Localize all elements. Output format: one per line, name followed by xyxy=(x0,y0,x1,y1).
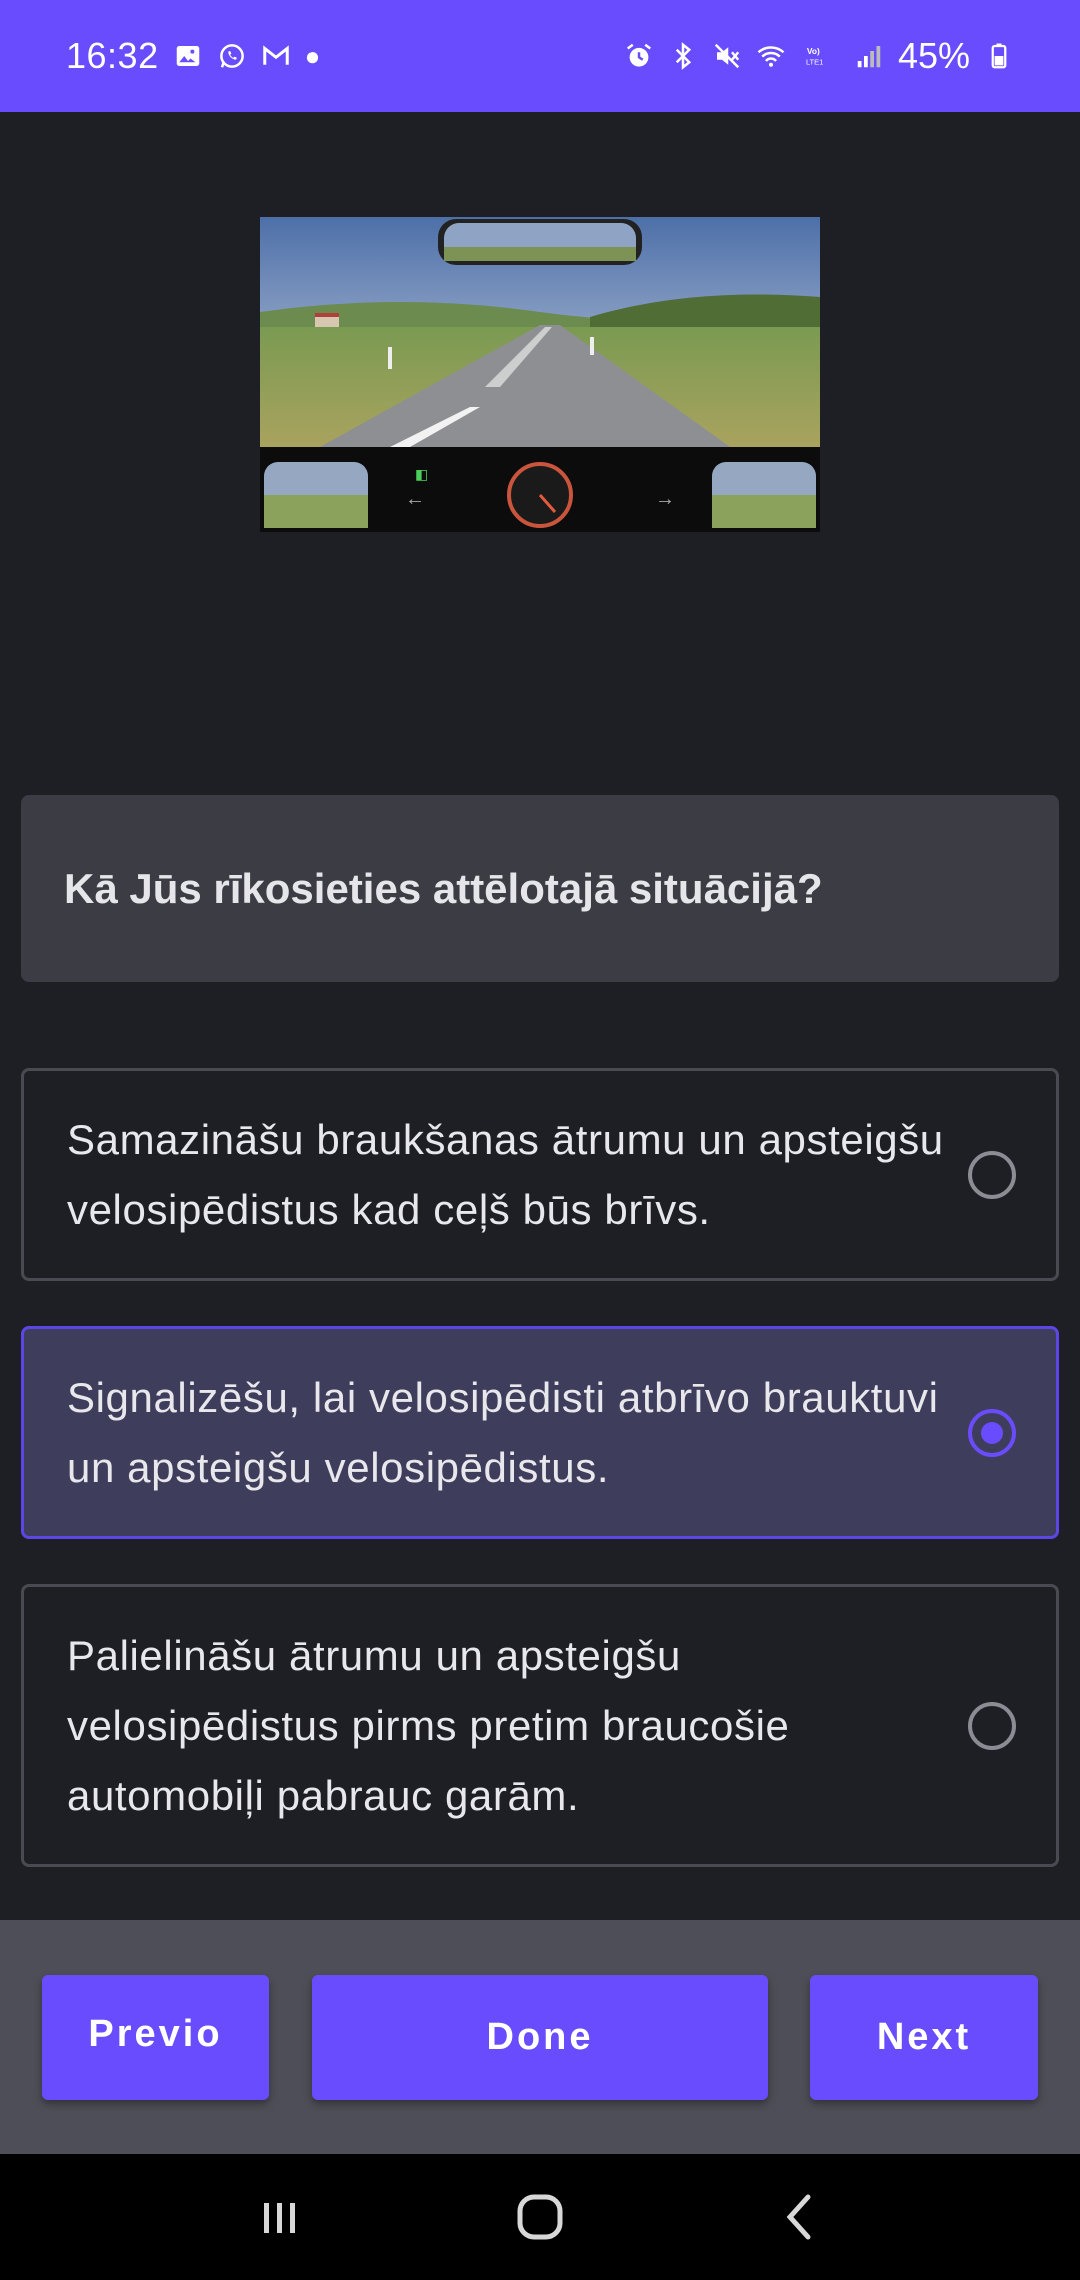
dot-icon: ● xyxy=(304,40,321,71)
svg-text:LTE1: LTE1 xyxy=(806,57,823,66)
answer-option-2[interactable]: Signalizēšu, lai velosipēdisti atbrīvo b… xyxy=(21,1326,1059,1539)
alarm-icon xyxy=(624,41,654,71)
svg-text:Vo): Vo) xyxy=(807,46,820,56)
system-navigation-bar xyxy=(0,2154,1080,2280)
done-button[interactable]: Done xyxy=(312,1975,768,2100)
svg-text:←: ← xyxy=(405,488,425,510)
answer-option-text: Palielināšu ātrumu un apsteigšu velosipē… xyxy=(67,1631,790,1819)
bluetooth-icon xyxy=(668,41,698,71)
answer-option-text: Samazināšu braukšanas ātrumu un apsteigš… xyxy=(67,1115,944,1233)
mute-icon xyxy=(712,41,742,71)
status-left: 16:32 ● xyxy=(66,35,320,77)
battery-percent: 45% xyxy=(897,35,970,76)
next-button[interactable]: Next xyxy=(810,1975,1038,2100)
gmail-icon xyxy=(261,41,291,71)
radio-button-icon[interactable] xyxy=(968,1701,1016,1750)
svg-text:◧: ◧ xyxy=(415,466,428,482)
answer-option-text: Signalizēšu, lai velosipēdisti atbrīvo b… xyxy=(67,1373,939,1491)
home-icon[interactable] xyxy=(510,2187,570,2247)
previous-button[interactable]: Previo xyxy=(42,1975,269,2100)
volte-icon: Vo) LTE1 xyxy=(800,41,840,71)
signal-icon xyxy=(854,41,884,71)
status-bar: 16:32 ● Vo) LTE1 45% xyxy=(0,0,1080,112)
gallery-icon xyxy=(173,41,203,71)
answer-option-1[interactable]: Samazināšu braukšanas ātrumu un apsteigš… xyxy=(21,1068,1059,1281)
answer-option-3[interactable]: Palielināšu ātrumu un apsteigšu velosipē… xyxy=(21,1584,1059,1867)
driving-scene-image: ◧ ← → xyxy=(260,217,820,532)
question-text: Kā Jūs rīkosieties attēlotajā situācijā? xyxy=(64,864,823,912)
radio-button-selected-icon[interactable] xyxy=(968,1408,1016,1457)
battery-icon xyxy=(984,41,1014,71)
recent-apps-icon[interactable] xyxy=(250,2187,310,2247)
status-right: Vo) LTE1 45% xyxy=(624,35,1014,77)
status-time: 16:32 xyxy=(66,35,159,76)
wifi-icon xyxy=(756,41,786,71)
svg-text:→: → xyxy=(655,488,675,510)
question-card: Kā Jūs rīkosieties attēlotajā situācijā? xyxy=(21,795,1059,982)
radio-button-icon[interactable] xyxy=(968,1150,1016,1199)
back-icon[interactable] xyxy=(770,2187,830,2247)
whatsapp-icon xyxy=(217,41,247,71)
